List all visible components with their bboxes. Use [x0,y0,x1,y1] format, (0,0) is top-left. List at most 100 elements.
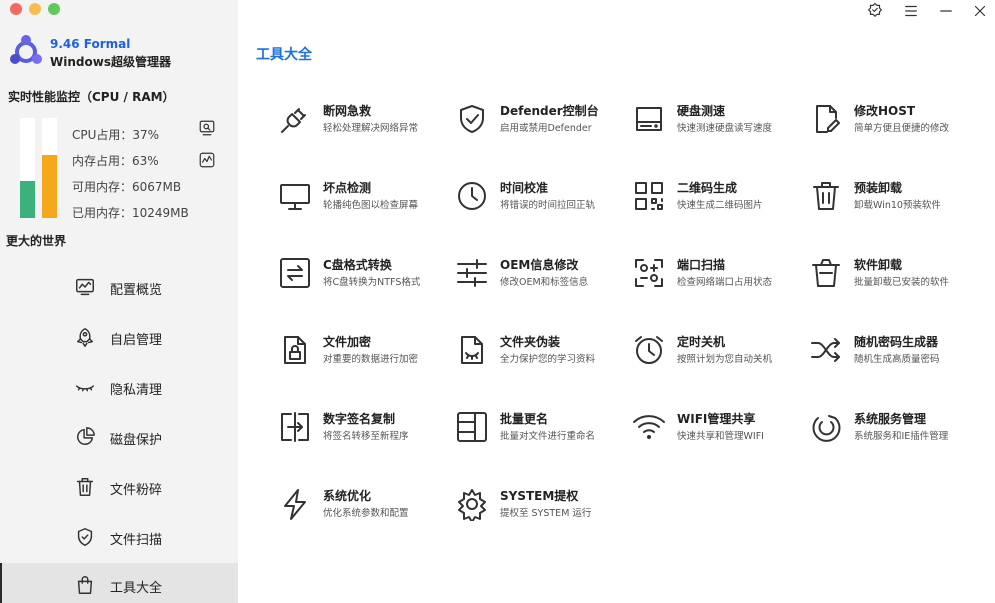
tool-network-rescue[interactable]: 断网急救 轻松处理解决网络异常 [278,100,448,150]
tool-signature-copy[interactable]: 数字签名复制 将签名转移至新程序 [278,408,448,458]
sidebar-item-label: 文件扫描 [110,533,163,548]
sidebar-item-file-scan[interactable]: 文件扫描 [0,515,238,559]
tool-desc: 全力保护您的学习资料 [500,354,596,365]
app-logo-icon [10,35,42,64]
tool-desc: 批量对文件进行重命名 [500,431,596,442]
tool-desc: 将签名转移至新程序 [323,431,409,442]
sidebar-item-toolbox[interactable]: 工具大全 [0,563,238,603]
rename-icon [457,412,487,442]
tool-desc: 优化系统参数和配置 [323,508,409,519]
cpu-usage-text: CPU占用：37% [72,128,160,142]
tool-desc: 启用或禁用Defender [500,123,592,134]
sidebar-item-privacy-clean[interactable]: 隐私清理 [0,365,238,409]
close-window-dot[interactable] [10,3,22,15]
tool-name: 断网急救 [323,104,372,118]
tool-timed-shutdown[interactable]: 定时关机 按照计划为您自动关机 [632,331,802,381]
tool-system-optimize[interactable]: 系统优化 优化系统参数和配置 [278,485,448,535]
memory-usage-fill [42,155,57,218]
tool-system-service[interactable]: 系统服务管理 系统服务和IE插件管理 [809,408,979,458]
tool-desc: 轻松处理解决网络异常 [323,123,419,134]
qrcode-icon [635,182,663,210]
tool-name: 硬盘测速 [677,104,726,118]
scan-icon [635,259,663,287]
traffic-lights [10,3,60,15]
tool-qrcode[interactable]: 二维码生成 快速生成二维码图片 [632,177,802,227]
app-version: 9.46 Formal [50,37,131,51]
sidebar-item-disk-protect[interactable]: 磁盘保护 [0,415,238,459]
eye-closed-icon [76,385,94,392]
tool-time-sync[interactable]: 时间校准 将错误的时间拉回正轨 [455,177,625,227]
trash-icon [76,478,94,496]
menu-icon[interactable] [902,2,920,20]
tool-name: 系统服务管理 [854,412,927,426]
tool-name: Defender控制台 [500,104,599,118]
tool-file-encrypt[interactable]: 文件加密 对重要的数据进行加密 [278,331,448,381]
tool-desc: 将C盘转换为NTFS格式 [323,277,421,288]
tool-software-uninstall[interactable]: 软件卸载 批量卸载已安装的软件 [809,254,979,304]
service-ring-icon [812,415,841,442]
tool-desc: 快速测速硬盘读写速度 [677,123,773,134]
minimize-window-dot[interactable] [29,3,41,15]
close-icon[interactable] [971,2,989,20]
sidebar-item-label: 配置概览 [110,283,163,298]
minimize-icon[interactable] [937,2,955,20]
chart-icon[interactable] [198,151,216,169]
performance-title: 实时性能监控（CPU / RAM） [8,90,175,104]
tool-desc: 系统服务和IE插件管理 [854,431,949,442]
tool-disk-speed[interactable]: 硬盘测速 快速测速硬盘读写速度 [632,100,802,150]
page-title: 工具大全 [256,47,312,63]
file-edit-icon [816,105,840,133]
sliders-icon [457,259,487,287]
tool-desc: 提权至 SYSTEM 运行 [500,508,592,519]
tool-folder-disguise[interactable]: 文件夹伪装 全力保护您的学习资料 [455,331,625,381]
tool-desc: 快速共享和管理WIFI [677,431,764,442]
tool-defender-console[interactable]: Defender控制台 启用或禁用Defender [455,100,625,150]
file-hidden-icon [461,336,483,364]
tool-edit-host[interactable]: 修改HOST 简单方便且便捷的修改 [809,100,979,150]
tool-name: 数字签名复制 [323,412,396,426]
tool-desc: 检查网络端口占用状态 [677,277,773,288]
settings-icon[interactable] [866,2,884,20]
pie-chart-icon [77,427,95,445]
tool-desc: 简单方便且便捷的修改 [854,123,950,134]
tool-name: 批量更名 [500,412,549,426]
tool-random-password[interactable]: 随机密码生成器 随机生成高质量密码 [809,331,979,381]
cpu-usage-fill [20,181,35,218]
rocket-icon [76,328,94,347]
section-title: 更大的世界 [6,234,67,248]
tool-name: 坏点检测 [323,181,372,195]
plug-icon [281,108,306,133]
tool-name: OEM信息修改 [500,258,579,272]
lightning-icon [284,489,306,520]
tool-desc: 随机生成高质量密码 [854,354,940,365]
tool-wifi-share[interactable]: WIFI管理共享 快速共享和管理WIFI [632,408,802,458]
monitor-icon [280,184,310,210]
sidebar-item-config-overview[interactable]: 配置概览 [0,265,238,309]
gear-icon [458,489,486,521]
trash-can-icon [812,259,840,287]
maximize-window-dot[interactable] [48,3,60,15]
sidebar-item-file-shred[interactable]: 文件粉碎 [0,465,238,509]
sidebar-item-startup[interactable]: 自启管理 [0,315,238,359]
tool-desc: 轮播纯色图以检查屏幕 [323,200,419,211]
trash-icon [813,182,839,210]
tool-system-privilege[interactable]: SYSTEM提权 提权至 SYSTEM 运行 [455,485,625,535]
signature-copy-icon [281,412,309,442]
monitor-search-icon[interactable] [198,119,216,137]
tool-dead-pixel[interactable]: 坏点检测 轮播纯色图以检查屏幕 [278,177,448,227]
alarm-clock-icon [635,336,663,364]
tool-batch-rename[interactable]: 批量更名 批量对文件进行重命名 [455,408,625,458]
memory-usage-bar [42,118,57,218]
sidebar: 9.46 Formal Windows超级管理器 实时性能监控（CPU / RA… [0,0,238,603]
tool-c-drive-convert[interactable]: C盘格式转换 将C盘转换为NTFS格式 [278,254,448,304]
tool-name: 文件夹伪装 [500,335,561,349]
tool-name: WIFI管理共享 [677,412,756,426]
tool-oem-info[interactable]: OEM信息修改 修改OEM和标签信息 [455,254,625,304]
tool-preinstall-uninstall[interactable]: 预装卸载 卸载Win10预装软件 [809,177,979,227]
wifi-icon [633,415,665,439]
tool-port-scan[interactable]: 端口扫描 检查网络端口占用状态 [632,254,802,304]
tool-name: SYSTEM提权 [500,489,579,503]
tool-name: 时间校准 [500,181,549,195]
tool-name: 软件卸载 [854,258,903,272]
bag-icon [77,576,93,594]
